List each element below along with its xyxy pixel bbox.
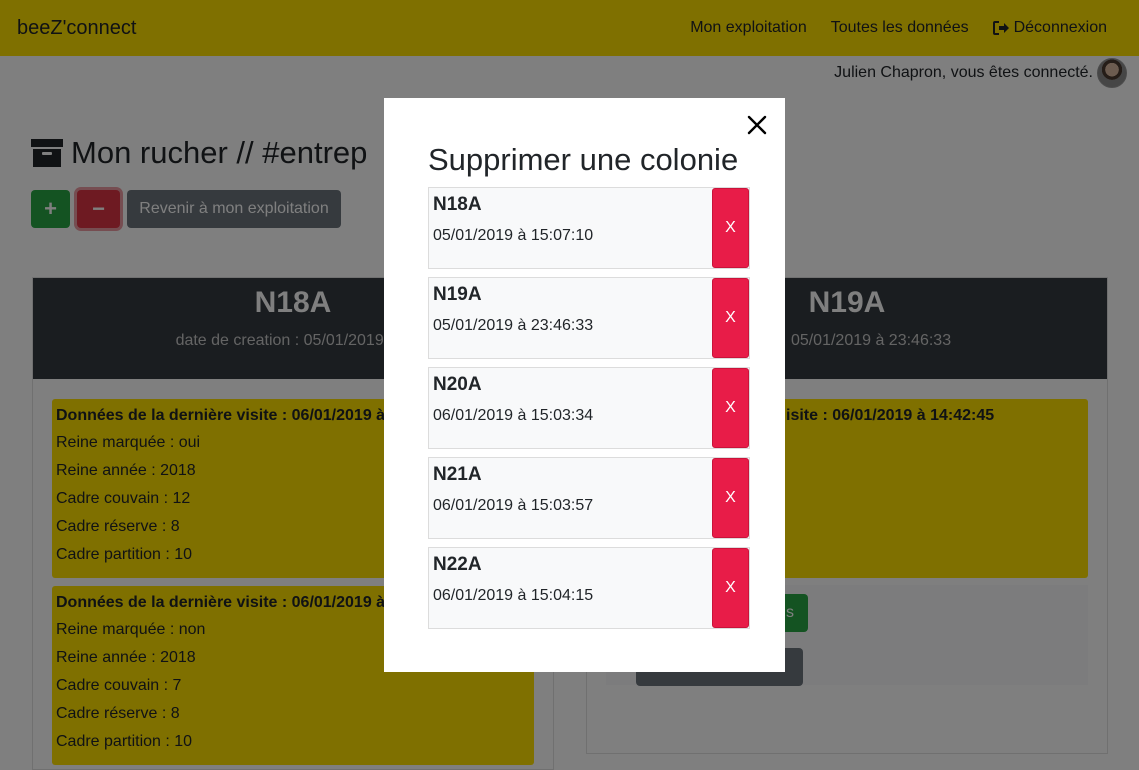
- colony-name: N18A: [433, 194, 482, 215]
- delete-colony-button[interactable]: X: [712, 368, 749, 448]
- colony-date: 05/01/2019 à 23:46:33: [433, 317, 594, 334]
- colony-name: N22A: [433, 554, 482, 575]
- colony-name: N21A: [433, 464, 482, 485]
- close-icon[interactable]: [746, 114, 768, 136]
- modal-title: Supprimer une colonie: [428, 142, 739, 177]
- colony-name: N20A: [433, 374, 482, 395]
- colony-list-item: N19A 05/01/2019 à 23:46:33 X: [428, 277, 750, 359]
- colony-date: 06/01/2019 à 15:04:15: [433, 587, 594, 604]
- colony-date: 06/01/2019 à 15:03:57: [433, 497, 594, 514]
- delete-colony-modal: Supprimer une colonie N18A 05/01/2019 à …: [384, 98, 785, 672]
- colony-name: N19A: [433, 284, 482, 305]
- colony-list: N18A 05/01/2019 à 15:07:10 X N19A 05/01/…: [428, 187, 750, 637]
- delete-colony-button[interactable]: X: [712, 278, 749, 358]
- delete-colony-button[interactable]: X: [712, 188, 749, 268]
- delete-colony-button[interactable]: X: [712, 458, 749, 538]
- colony-list-item: N18A 05/01/2019 à 15:07:10 X: [428, 187, 750, 269]
- colony-list-item: N21A 06/01/2019 à 15:03:57 X: [428, 457, 750, 539]
- delete-colony-button[interactable]: X: [712, 548, 749, 628]
- colony-list-item: N20A 06/01/2019 à 15:03:34 X: [428, 367, 750, 449]
- colony-list-item: N22A 06/01/2019 à 15:04:15 X: [428, 547, 750, 629]
- colony-date: 06/01/2019 à 15:03:34: [433, 407, 594, 424]
- colony-date: 05/01/2019 à 15:07:10: [433, 227, 594, 244]
